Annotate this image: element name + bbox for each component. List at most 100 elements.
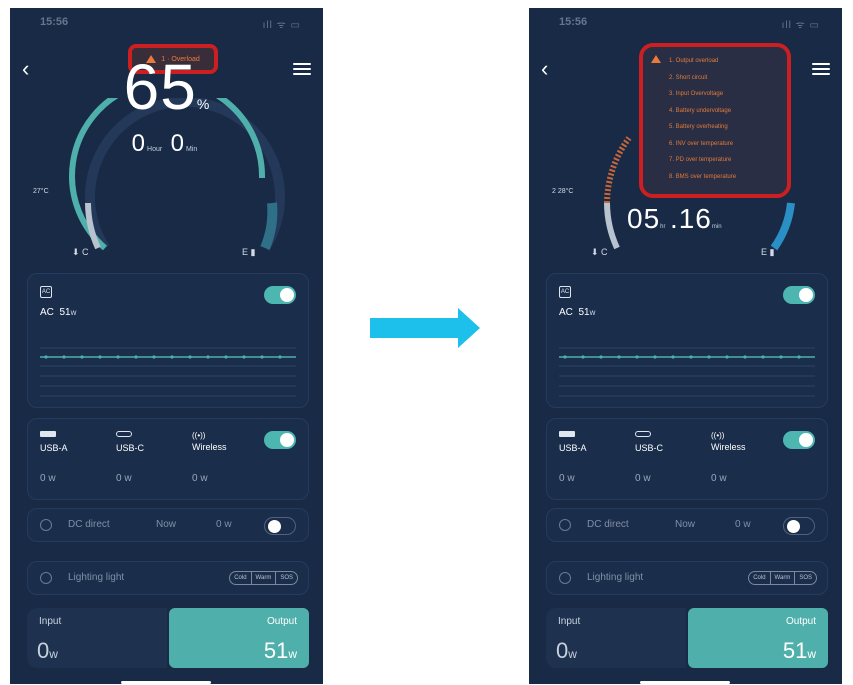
dc-label: DC direct [587,519,629,530]
ac-toggle[interactable] [783,286,815,304]
port-wireless: ((•)) Wireless 0 w [192,431,227,484]
gauge-right-segment [770,202,795,251]
lighting-modes: Cold Warm SOS [229,571,298,585]
right-arrow-icon [370,308,480,348]
usb-output-card: USB-A 0 w USB-C 0 w ((•)) Wireless 0 w [546,418,828,500]
ac-output-card: AC AC 51w [546,273,828,408]
input-value: 0w [37,638,58,663]
dc-now-label: Now [675,519,696,530]
status-icons: ıll ᯤ ▭ [781,20,820,31]
back-chevron-icon[interactable]: ‹ [541,58,548,80]
phone-screen-after: 15:56 ıll ᯤ ▭ ‹ 2 28°C 05hr .16min ⬇ C E… [529,8,842,684]
mode-cold[interactable]: Cold [230,572,252,584]
ac-toggle[interactable] [264,286,296,304]
io-summary: Input 0w Output 51w [27,608,309,668]
thermometer-icon: ⬇ C [72,247,89,257]
port-wireless: ((•)) Wireless 0 w [711,431,746,484]
output-label: Output [785,616,816,627]
dc-label: DC direct [68,519,110,530]
status-bar: 15:56 ıll ᯤ ▭ [10,13,323,33]
error-item: 8. BMS over temperature [669,173,737,180]
mode-warm[interactable]: Warm [252,572,277,584]
input-label: Input [558,616,581,627]
port-usb-c: USB-C 0 w [116,431,144,484]
warning-icon [651,55,661,63]
bulb-icon [40,572,52,584]
temperature-label: 27°C [33,188,49,195]
ac-power-chart [40,347,296,397]
status-time: 15:56 [559,16,588,28]
dc-icon [559,519,571,531]
mode-sos[interactable]: SOS [276,572,297,584]
mode-sos[interactable]: SOS [795,572,816,584]
dc-direct-row: DC direct Now 0 w [546,508,828,542]
error-item: 7. PD over temperature [669,157,732,163]
usb-toggle[interactable] [783,431,815,449]
wireless-icon: ((•)) [192,431,206,440]
time-remaining: 0 Hour 0 Min [131,130,198,157]
usb-c-icon [116,431,132,437]
ac-plug-icon: AC [40,286,52,298]
output-panel[interactable]: Output 51w [688,608,828,668]
input-value: 0w [556,638,577,663]
error-item: 5. Battery overheating [669,124,728,130]
wireless-icon: ((•)) [711,431,725,440]
error-item: 6. INV over temperature [669,140,734,147]
usb-a-icon [40,431,56,437]
bulb-icon [559,572,571,584]
error-item: 2. Short circuit [669,74,708,81]
settings-sliders-icon[interactable] [812,60,830,75]
mode-cold[interactable]: Cold [749,572,771,584]
temperature-label: 2 28°C [552,188,574,195]
port-usb-a: USB-A 0 w [40,431,68,484]
comparison-stage: 15:56 ıll ᯤ ▭ ‹ 1 · Overload 65% 0 Hour 0… [0,0,853,685]
lighting-label: Lighting light [587,572,644,583]
usb-toggle[interactable] [264,431,296,449]
usb-c-icon [635,431,651,437]
ac-power-label: AC 51w [40,307,77,318]
ac-output-card: AC AC 51w [27,273,309,408]
output-value: 51w [782,638,816,663]
fuel-icon: E ▮ [761,247,775,257]
dc-value: 0 w [735,519,751,530]
temperature-arc [604,136,632,204]
lighting-row: Lighting light Cold Warm SOS [27,561,309,595]
input-label: Input [39,616,62,627]
usb-output-card: USB-A 0 w USB-C 0 w ((•)) Wireless 0 w [27,418,309,500]
thermometer-icon: ⬇ C [591,247,608,257]
error-list: 1. Output overload 2. Short circuit 3. I… [669,53,736,185]
error-item: 3. Input Overvoltage [669,91,724,97]
mode-warm[interactable]: Warm [771,572,796,584]
dc-direct-row: DC direct Now 0 w [27,508,309,542]
ac-power-label: AC 51w [559,307,596,318]
lighting-modes: Cold Warm SOS [748,571,817,585]
output-value: 51w [263,638,297,663]
error-list-popup[interactable]: 1. Output overload 2. Short circuit 3. I… [639,43,791,198]
lighting-label: Lighting light [68,572,125,583]
dc-icon [40,519,52,531]
home-indicator [121,681,211,684]
port-usb-c: USB-C 0 w [635,431,663,484]
dc-toggle[interactable] [783,517,815,535]
error-item: 1. Output overload [669,58,719,64]
lighting-row: Lighting light Cold Warm SOS [546,561,828,595]
io-summary: Input 0w Output 51w [546,608,828,668]
status-time: 15:56 [40,16,69,28]
output-panel[interactable]: Output 51w [169,608,309,668]
fuel-icon: E ▮ [242,247,256,257]
dc-value: 0 w [216,519,232,530]
status-icons: ıll ᯤ ▭ [262,20,301,31]
time-remaining: 05hr .16min [627,203,722,234]
port-usb-a: USB-A 0 w [559,431,587,484]
dc-toggle[interactable] [264,517,296,535]
phone-screen-before: 15:56 ıll ᯤ ▭ ‹ 1 · Overload 65% 0 Hour 0… [10,8,323,684]
home-indicator [640,681,730,684]
input-panel[interactable]: Input 0w [546,608,686,668]
output-label: Output [266,616,297,627]
status-bar: 15:56 ıll ᯤ ▭ [529,13,842,33]
ac-plug-icon: AC [559,286,571,298]
usb-a-icon [559,431,575,437]
error-item: 4. Battery undervoltage [669,107,732,114]
dc-now-label: Now [156,519,177,530]
input-panel[interactable]: Input 0w [27,608,167,668]
